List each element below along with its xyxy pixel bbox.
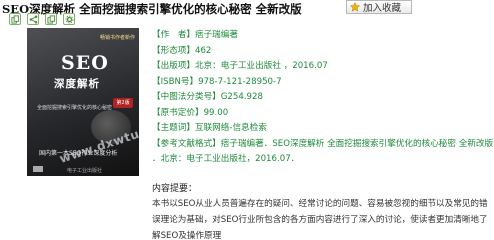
copy-icon[interactable] bbox=[45, 13, 57, 25]
star-icon bbox=[350, 2, 360, 12]
info-row-clc: 【中图法分类号】G254.928 bbox=[152, 92, 263, 102]
cover-title-sub: 深度解析 bbox=[54, 78, 100, 90]
summary-text: 本书以SEO从业人员普遍存在的疑问、经常讨论的问题、容易被忽视的细节以及常见的错… bbox=[152, 199, 488, 240]
copy-icon[interactable] bbox=[9, 13, 21, 25]
settings-icon[interactable] bbox=[63, 13, 75, 25]
cover-toolbar bbox=[6, 12, 136, 26]
info-row-pages: 【形态项】462 bbox=[152, 45, 212, 56]
cover-publisher: 电子工业出版社 bbox=[67, 168, 103, 174]
cover-tagline: 全面挖掘搜索引擎优化的核心秘密 bbox=[37, 105, 113, 111]
publisher-logo-icon bbox=[33, 166, 43, 172]
book-info-list: 【作 者】痞子瑞编著 【形态项】462 【出版项】北京：电子工业出版社 ，201… bbox=[152, 28, 493, 168]
info-row-subject: 【主题词】互联网络-信息检索 bbox=[152, 123, 267, 133]
cover-ribbon: 畅销书作者新作 bbox=[99, 35, 135, 41]
share-icon[interactable] bbox=[27, 13, 39, 25]
cover-title-seo: SEO bbox=[61, 52, 109, 74]
info-row-reference-cont: ．北京：电子工业出版社，2016.07． bbox=[152, 154, 300, 164]
add-favorite-button[interactable]: 加入收藏 bbox=[346, 0, 412, 14]
info-row-publisher: 【出版项】北京：电子工业出版社 ，2016.07 bbox=[152, 61, 328, 71]
info-row-price: 【原书定价】99.00 bbox=[152, 107, 229, 118]
summary-label: 内容提要： bbox=[152, 184, 198, 194]
info-row-isbn: 【ISBN号】978-7-121-28950-7 bbox=[152, 76, 282, 87]
add-favorite-label: 加入收藏 bbox=[363, 3, 402, 14]
info-row-author: 【作 者】痞子瑞编著 bbox=[152, 30, 238, 40]
info-row-reference: 【参考文献格式】痞子瑞编著．SEO深度解析 全面挖掘搜索引擎优化的核心秘密 全新… bbox=[152, 138, 494, 149]
cover-badge: 第2版 bbox=[113, 98, 133, 108]
book-cover-image: 畅销书作者新作 SEO 深度解析 全面挖掘搜索引擎优化的核心秘密 第2版 国内第… bbox=[27, 28, 139, 176]
